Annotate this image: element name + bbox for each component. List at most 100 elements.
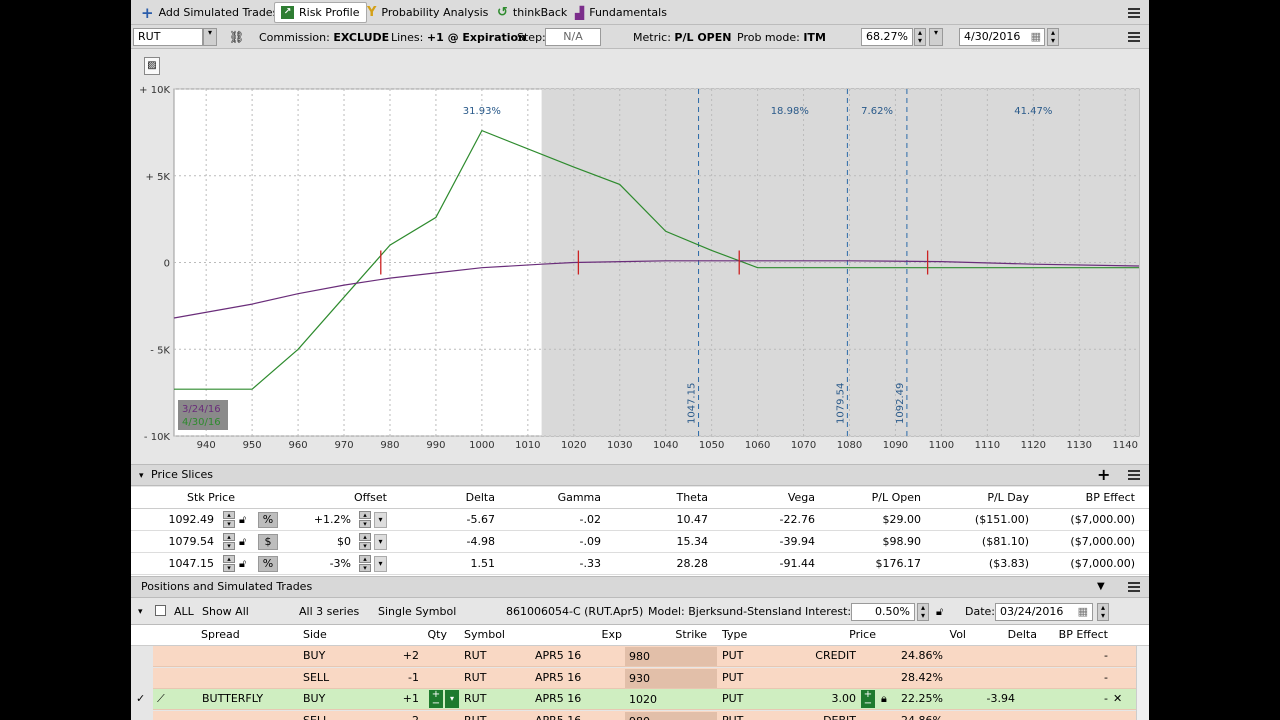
sim-date-field[interactable]: 03/24/2016 ▦ bbox=[995, 603, 1093, 621]
symbol-input[interactable]: RUT bbox=[133, 28, 203, 46]
offset-dropdown[interactable]: ▾ bbox=[374, 534, 387, 550]
price-slices-header[interactable]: ▾ Price Slices + bbox=[131, 464, 1149, 486]
offset-cell[interactable]: +1.2% bbox=[314, 512, 351, 528]
calendar-icon[interactable]: ▦ bbox=[1078, 604, 1088, 620]
column-header[interactable]: Strike bbox=[675, 627, 707, 643]
column-header[interactable]: Theta bbox=[676, 490, 708, 506]
probability-range-field[interactable]: 68.27% bbox=[861, 28, 913, 46]
strike-cell[interactable]: 1020 bbox=[625, 690, 717, 709]
prob-mode-setting[interactable]: Prob mode: ITM bbox=[737, 29, 826, 46]
price-stepper[interactable]: + − bbox=[861, 690, 875, 709]
interest-field[interactable]: 0.50% bbox=[851, 603, 915, 621]
column-header[interactable]: Side bbox=[303, 627, 327, 643]
collapse-icon[interactable]: ▼ bbox=[1097, 577, 1105, 597]
show-all-filter[interactable]: Show All bbox=[202, 604, 249, 620]
position-row[interactable]: BUTTERFLY BUY +1 RUT APR5 16 1020 PUT 3.00 22.25… bbox=[136, 689, 1143, 710]
offset-unit-toggle[interactable]: % bbox=[258, 512, 278, 528]
column-header[interactable]: Delta bbox=[466, 490, 495, 506]
qty-cell[interactable]: +1 bbox=[403, 691, 419, 707]
model-setting[interactable]: Model: Bjerksund-Stensland bbox=[648, 604, 802, 620]
strike-cell[interactable]: 930 bbox=[625, 668, 717, 688]
type-cell[interactable]: PUT bbox=[722, 713, 743, 720]
column-header[interactable]: Price bbox=[849, 627, 876, 643]
offset-stepper[interactable]: ▴ bbox=[359, 533, 371, 541]
position-row[interactable]: BUY +2 RUT APR5 16 980 PUT CREDIT 24.86% - bbox=[153, 646, 1143, 667]
price-cell[interactable]: CREDIT bbox=[815, 648, 856, 664]
expiration-date-field[interactable]: 4/30/2016 ▦ bbox=[959, 28, 1045, 46]
select-all-checkbox[interactable] bbox=[155, 605, 166, 616]
strike-cell[interactable]: 980 bbox=[625, 647, 717, 666]
calendar-icon[interactable]: ▦ bbox=[1031, 29, 1041, 45]
collapse-icon[interactable]: ▾ bbox=[139, 471, 144, 481]
column-header[interactable]: Exp bbox=[602, 627, 622, 643]
qty-cell[interactable]: +2 bbox=[403, 648, 419, 664]
commission-setting[interactable]: Commission: EXCLUDE bbox=[259, 29, 389, 46]
column-header[interactable]: BP Effect bbox=[1086, 490, 1135, 506]
type-cell[interactable]: PUT bbox=[722, 691, 743, 707]
stk-price-stepper[interactable]: ▾ bbox=[223, 542, 235, 550]
column-header[interactable]: Type bbox=[722, 627, 747, 643]
step-field[interactable]: N/A bbox=[545, 28, 601, 46]
stk-price-cell[interactable]: 1092.49 bbox=[169, 512, 215, 528]
lock-icon[interactable]: 🔓︎ bbox=[239, 512, 246, 528]
exp-cell[interactable]: APR5 16 bbox=[535, 670, 581, 686]
probability-stepper[interactable]: ▴ ▾ bbox=[914, 28, 926, 46]
row-checkbox[interactable]: ✓ bbox=[136, 691, 145, 707]
stk-price-cell[interactable]: 1047.15 bbox=[169, 556, 215, 572]
offset-unit-toggle[interactable]: % bbox=[258, 556, 278, 572]
column-header[interactable]: Gamma bbox=[558, 490, 601, 506]
expand-icon[interactable]: ▾ bbox=[138, 604, 143, 620]
position-row[interactable]: SELL -1 RUT APR5 16 930 PUT 28.42% - bbox=[153, 667, 1143, 689]
slices-menu-icon[interactable] bbox=[1128, 470, 1140, 480]
tabs-menu-icon[interactable] bbox=[1128, 8, 1140, 18]
column-header[interactable]: P/L Open bbox=[872, 490, 921, 506]
side-cell[interactable]: BUY bbox=[303, 648, 325, 664]
probability-dropdown[interactable]: ▾ bbox=[929, 28, 943, 46]
side-cell[interactable]: SELL bbox=[303, 670, 329, 686]
qty-cell[interactable]: -2 bbox=[408, 713, 419, 720]
lock-icon[interactable]: 🔓︎ bbox=[936, 604, 943, 620]
date-stepper[interactable]: ▴ ▾ bbox=[1047, 28, 1059, 46]
stk-price-stepper[interactable]: ▾ bbox=[223, 520, 235, 528]
offset-dropdown[interactable]: ▾ bbox=[374, 556, 387, 572]
lines-setting[interactable]: Lines: +1 @ Expiration bbox=[391, 29, 526, 46]
side-cell[interactable]: SELL bbox=[303, 713, 329, 720]
column-header[interactable]: Qty bbox=[428, 627, 447, 643]
symbol-mode-filter[interactable]: Single Symbol bbox=[378, 604, 456, 620]
exp-cell[interactable]: APR5 16 bbox=[535, 713, 581, 720]
column-header[interactable]: Offset bbox=[354, 490, 387, 506]
column-header[interactable]: Stk Price bbox=[187, 490, 235, 506]
price-cell[interactable]: DEBIT bbox=[823, 713, 856, 720]
tab-add-simulated-trades[interactable]: + Add Simulated Trades bbox=[135, 2, 284, 23]
side-cell[interactable]: BUY bbox=[303, 691, 325, 707]
offset-cell[interactable]: -3% bbox=[330, 556, 351, 572]
strike-cell[interactable]: 980 bbox=[625, 711, 717, 720]
positions-scrollbar[interactable] bbox=[1136, 646, 1149, 720]
tab-thinkback[interactable]: ↺ thinkBack bbox=[491, 2, 573, 23]
exp-cell[interactable]: APR5 16 bbox=[535, 648, 581, 664]
price-slice-row[interactable]: 1092.49 ▴ ▾ 🔓︎% +1.2% ▴ ▾ ▾ -5.67 -.02 10.47 -22.76… bbox=[131, 509, 1149, 531]
column-header[interactable]: Spread bbox=[201, 627, 240, 643]
add-slice-icon[interactable]: + bbox=[1097, 465, 1110, 485]
column-header[interactable]: Vol bbox=[950, 627, 966, 643]
price-cell[interactable]: 3.00 bbox=[832, 691, 857, 707]
column-header[interactable]: Delta bbox=[1008, 627, 1037, 643]
positions-menu-icon[interactable] bbox=[1128, 582, 1140, 592]
offset-stepper[interactable]: ▾ bbox=[359, 542, 371, 550]
interest-stepper[interactable]: ▴ ▾ bbox=[917, 603, 929, 621]
offset-stepper[interactable]: ▴ bbox=[359, 511, 371, 519]
series-filter[interactable]: All 3 series bbox=[299, 604, 359, 620]
qty-stepper[interactable]: + − bbox=[429, 690, 443, 709]
stk-price-stepper[interactable]: ▴ bbox=[223, 511, 235, 519]
offset-stepper[interactable]: ▾ bbox=[359, 564, 371, 572]
position-row[interactable]: SELL -2 RUT APR5 16 980 PUT DEBIT 24.86% - bbox=[153, 710, 1143, 720]
column-header[interactable]: Symbol bbox=[464, 627, 505, 643]
offset-cell[interactable]: $0 bbox=[337, 534, 351, 550]
exp-cell[interactable]: APR5 16 bbox=[535, 691, 581, 707]
tab-probability-analysis[interactable]: Y Probability Analysis bbox=[361, 2, 494, 23]
type-cell[interactable]: PUT bbox=[722, 670, 743, 686]
tab-fundamentals[interactable]: ▟ Fundamentals bbox=[569, 2, 673, 23]
offset-stepper[interactable]: ▴ bbox=[359, 555, 371, 563]
price-slice-row[interactable]: 1047.15 ▴ ▾ 🔓︎% -3% ▴ ▾ ▾ 1.51 -.33 28.28 -91.44 $17… bbox=[131, 553, 1149, 575]
column-header[interactable]: P/L Day bbox=[987, 490, 1029, 506]
